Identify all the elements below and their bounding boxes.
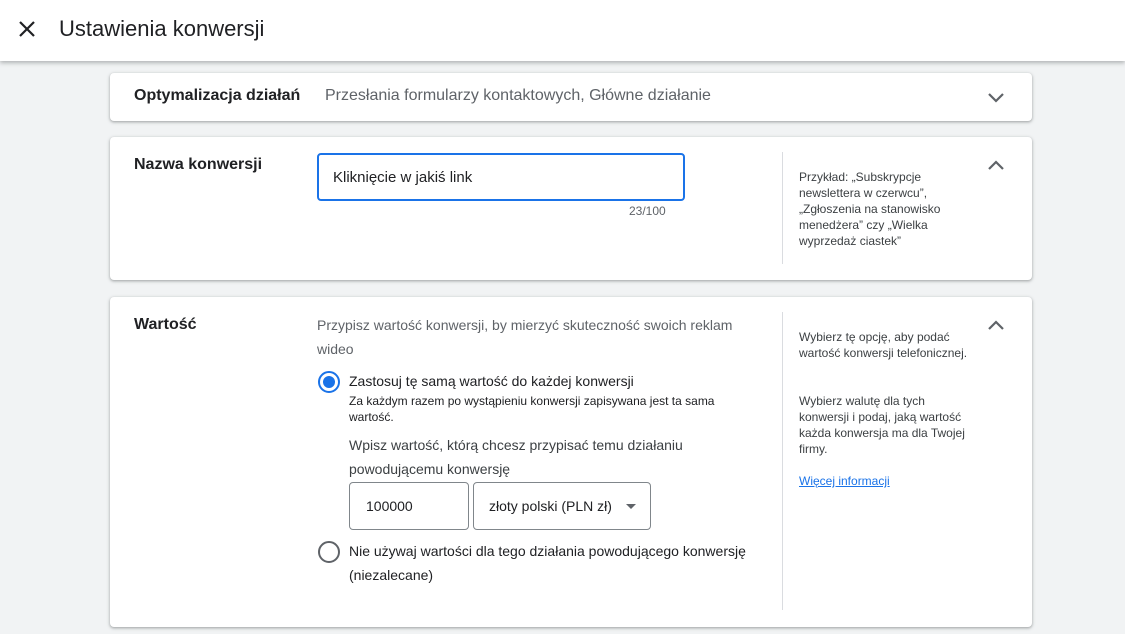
goal-label: Optymalizacja działań: [134, 87, 301, 104]
divider: [782, 152, 783, 264]
option-no-value-title: Nie używaj wartości dla tego działania p…: [349, 543, 746, 583]
goal-card[interactable]: Optymalizacja działań Przesłania formula…: [110, 73, 1032, 121]
learn-more-link[interactable]: Więcej informacji: [799, 474, 890, 488]
character-counter: 23/100: [629, 204, 666, 218]
name-collapse-button[interactable]: [984, 153, 1008, 177]
conversion-name-input[interactable]: [317, 153, 685, 201]
name-help-text: Przykład: „Subskrypcje newslettera w cze…: [799, 170, 941, 248]
page-title: Ustawienia konwersji: [59, 16, 265, 41]
divider: [782, 312, 783, 610]
goal-summary: Przesłania formularzy kontaktowych, Głów…: [325, 87, 711, 104]
goal-expand-button[interactable]: [984, 85, 1008, 109]
value-help-text-2: Wybierz walutę dla tych konwersji i poda…: [799, 394, 965, 456]
name-label: Nazwa konwersji: [134, 156, 263, 173]
currency-select[interactable]: złoty polski (PLN zł): [473, 482, 651, 530]
option-same-value-subtitle: Za każdym razem po wystąpieniu konwersji…: [349, 394, 715, 424]
chevron-up-icon: [988, 320, 1004, 330]
name-card: Nazwa konwersji 23/100 Przykład: „Subskr…: [110, 137, 1032, 280]
radio-no-value[interactable]: [318, 541, 340, 563]
value-prompt: Wpisz wartość, którą chcesz przypisać te…: [349, 437, 683, 477]
value-label: Wartość: [134, 316, 197, 333]
dropdown-arrow-icon: [626, 504, 636, 509]
value-description: Przypisz wartość konwersji, by mierzyć s…: [317, 317, 733, 357]
radio-same-value[interactable]: [318, 371, 340, 393]
top-bar: Ustawienia konwersji: [0, 0, 1125, 61]
value-collapse-button[interactable]: [984, 313, 1008, 337]
value-input[interactable]: [349, 482, 469, 530]
chevron-up-icon: [988, 160, 1004, 170]
close-button[interactable]: [15, 17, 41, 43]
currency-selected-value: złoty polski (PLN zł): [489, 498, 612, 514]
chevron-down-icon: [988, 93, 1004, 103]
value-card: Wartość Przypisz wartość konwersji, by m…: [110, 297, 1032, 627]
option-same-value-title: Zastosuj tę samą wartość do każdej konwe…: [349, 373, 634, 389]
close-icon: [19, 21, 35, 37]
value-help-text-1: Wybierz tę opcję, aby podać wartość konw…: [799, 330, 968, 360]
